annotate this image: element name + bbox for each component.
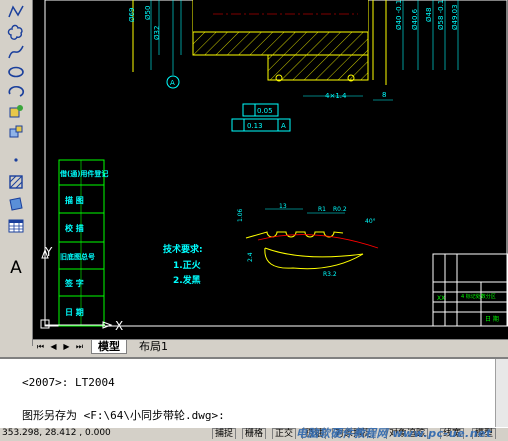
side-label-1: 借(通)用件登记 (59, 169, 108, 178)
command-history-line: <2007>: LT2004 (22, 376, 115, 389)
tab-last-button[interactable]: ⏭ (74, 341, 85, 352)
side-label-3: 校 描 (65, 223, 84, 233)
dim-v3: Ø32 (153, 26, 161, 40)
side-label-5: 签 字 (64, 278, 84, 288)
ellipse-arc-icon (8, 86, 25, 97)
side-label-4: 旧底图总号 (60, 252, 95, 261)
side-label-6: 日 期 (65, 307, 84, 317)
region-icon (9, 197, 23, 211)
draw-toolbar: A (0, 0, 33, 346)
side-label-2: 描 图 (65, 195, 84, 205)
table-tool-button[interactable] (4, 216, 28, 236)
gdt-value-1: 0.05 (257, 107, 273, 115)
tab-first-button[interactable]: ⏮ (35, 341, 46, 352)
revcloud-icon (7, 24, 23, 40)
last-tab-icon: ⏭ (75, 342, 84, 351)
drawing-canvas[interactable]: Ø69 Ø50 Ø32 Ø40.6 Ø40 -0.1 Ø48 Ø58 -0.1 … (33, 0, 508, 339)
title-block-xx: XX (437, 295, 445, 302)
notes-title: 技术要求: (163, 243, 203, 255)
notes-item-2: 2.发黑 (173, 274, 201, 286)
first-tab-icon: ⏮ (36, 342, 45, 351)
dim-v5: Ø40 -0.1 (395, 0, 403, 30)
hatch-icon (9, 175, 23, 189)
point-tool-button[interactable] (4, 148, 28, 168)
command-window[interactable]: <2007>: LT2004 图形另存为 <F:\64\小同步带轮.dwg>: (0, 357, 508, 429)
ucs-y-label: Y (44, 245, 53, 259)
mtext-icon: A (10, 258, 22, 278)
notes-item-1: 1.正火 (173, 260, 202, 271)
dim-v8: Ø49.03 (451, 4, 459, 30)
ucs-x-label: X (115, 319, 123, 333)
tab-next-button[interactable]: ▶ (61, 341, 72, 352)
hatch-tool-button[interactable] (4, 172, 28, 192)
ortho-toggle[interactable]: 正交 (272, 428, 297, 439)
command-prompt-line[interactable]: 图形另存为 <F:\64\小同步带轮.dwg>: (22, 407, 225, 423)
polyline-tool-button[interactable] (4, 2, 28, 22)
title-block-date: 日 期 (485, 315, 499, 323)
tooth-profile (245, 231, 379, 270)
profile-dim-r32: R3.2 (323, 271, 337, 278)
profile-dim-r1: R1 (318, 206, 326, 213)
table-icon (8, 219, 24, 233)
region-tool-button[interactable] (4, 194, 28, 214)
cad-drawing: Ø69 Ø50 Ø32 Ø40.6 Ø40 -0.1 Ø48 Ø58 -0.1 … (40, 0, 508, 333)
spline-icon (8, 45, 24, 59)
profile-dim-24: 2.4 (247, 252, 254, 262)
dim-v1: Ø69 (128, 8, 136, 22)
dim-v7: Ø58 -0.1 (437, 0, 445, 30)
insert-block-tool-button[interactable] (4, 102, 28, 122)
profile-dim-106: 1.06 (237, 208, 244, 222)
tab-model[interactable]: 模型 (91, 340, 127, 354)
spline-tool-button[interactable] (4, 42, 28, 62)
dim-v2: Ø50 (144, 6, 152, 20)
profile-dim-40deg: 40° (365, 218, 376, 225)
ellipse-icon (8, 66, 24, 78)
command-scrollbar[interactable] (495, 359, 508, 429)
insert-block-icon (9, 105, 23, 118)
polyline-icon (8, 5, 24, 18)
dim-v4: Ø40.6 (411, 8, 419, 30)
gdt-value-2: 0.13 (247, 122, 263, 130)
site-watermark: 电脑软硬件教程网 www.pc-ue.net (296, 427, 492, 440)
dim-8: 8 (382, 91, 386, 99)
datum-a-label: A (170, 79, 175, 87)
dim-4x14: 4×1.4 (325, 92, 347, 100)
ellipse-arc-tool-button[interactable] (4, 82, 28, 102)
prev-tab-icon: ◀ (50, 342, 57, 351)
dim-v6: Ø48 (425, 8, 433, 22)
grid-toggle[interactable]: 栅格 (242, 428, 267, 439)
layout-tab-bar: ⏮ ◀ ▶ ⏭ 模型 布局1 (33, 339, 508, 354)
make-block-tool-button[interactable] (4, 122, 28, 142)
mtext-tool-button[interactable]: A (4, 258, 28, 278)
next-tab-icon: ▶ (63, 342, 70, 351)
make-block-icon (9, 125, 23, 138)
revcloud-tool-button[interactable] (4, 22, 28, 42)
point-icon (14, 158, 18, 162)
tab-layout1[interactable]: 布局1 (133, 340, 174, 353)
ellipse-tool-button[interactable] (4, 62, 28, 82)
tab-prev-button[interactable]: ◀ (48, 341, 59, 352)
profile-dim-r02: R0.2 (333, 206, 347, 213)
coordinate-readout: 353.298, 28.412 , 0.000 (2, 428, 111, 438)
gdt-datum: A (281, 122, 286, 130)
snap-toggle[interactable]: 捕捉 (212, 428, 237, 439)
title-block-header: 4 标记处数分区 (461, 293, 496, 300)
